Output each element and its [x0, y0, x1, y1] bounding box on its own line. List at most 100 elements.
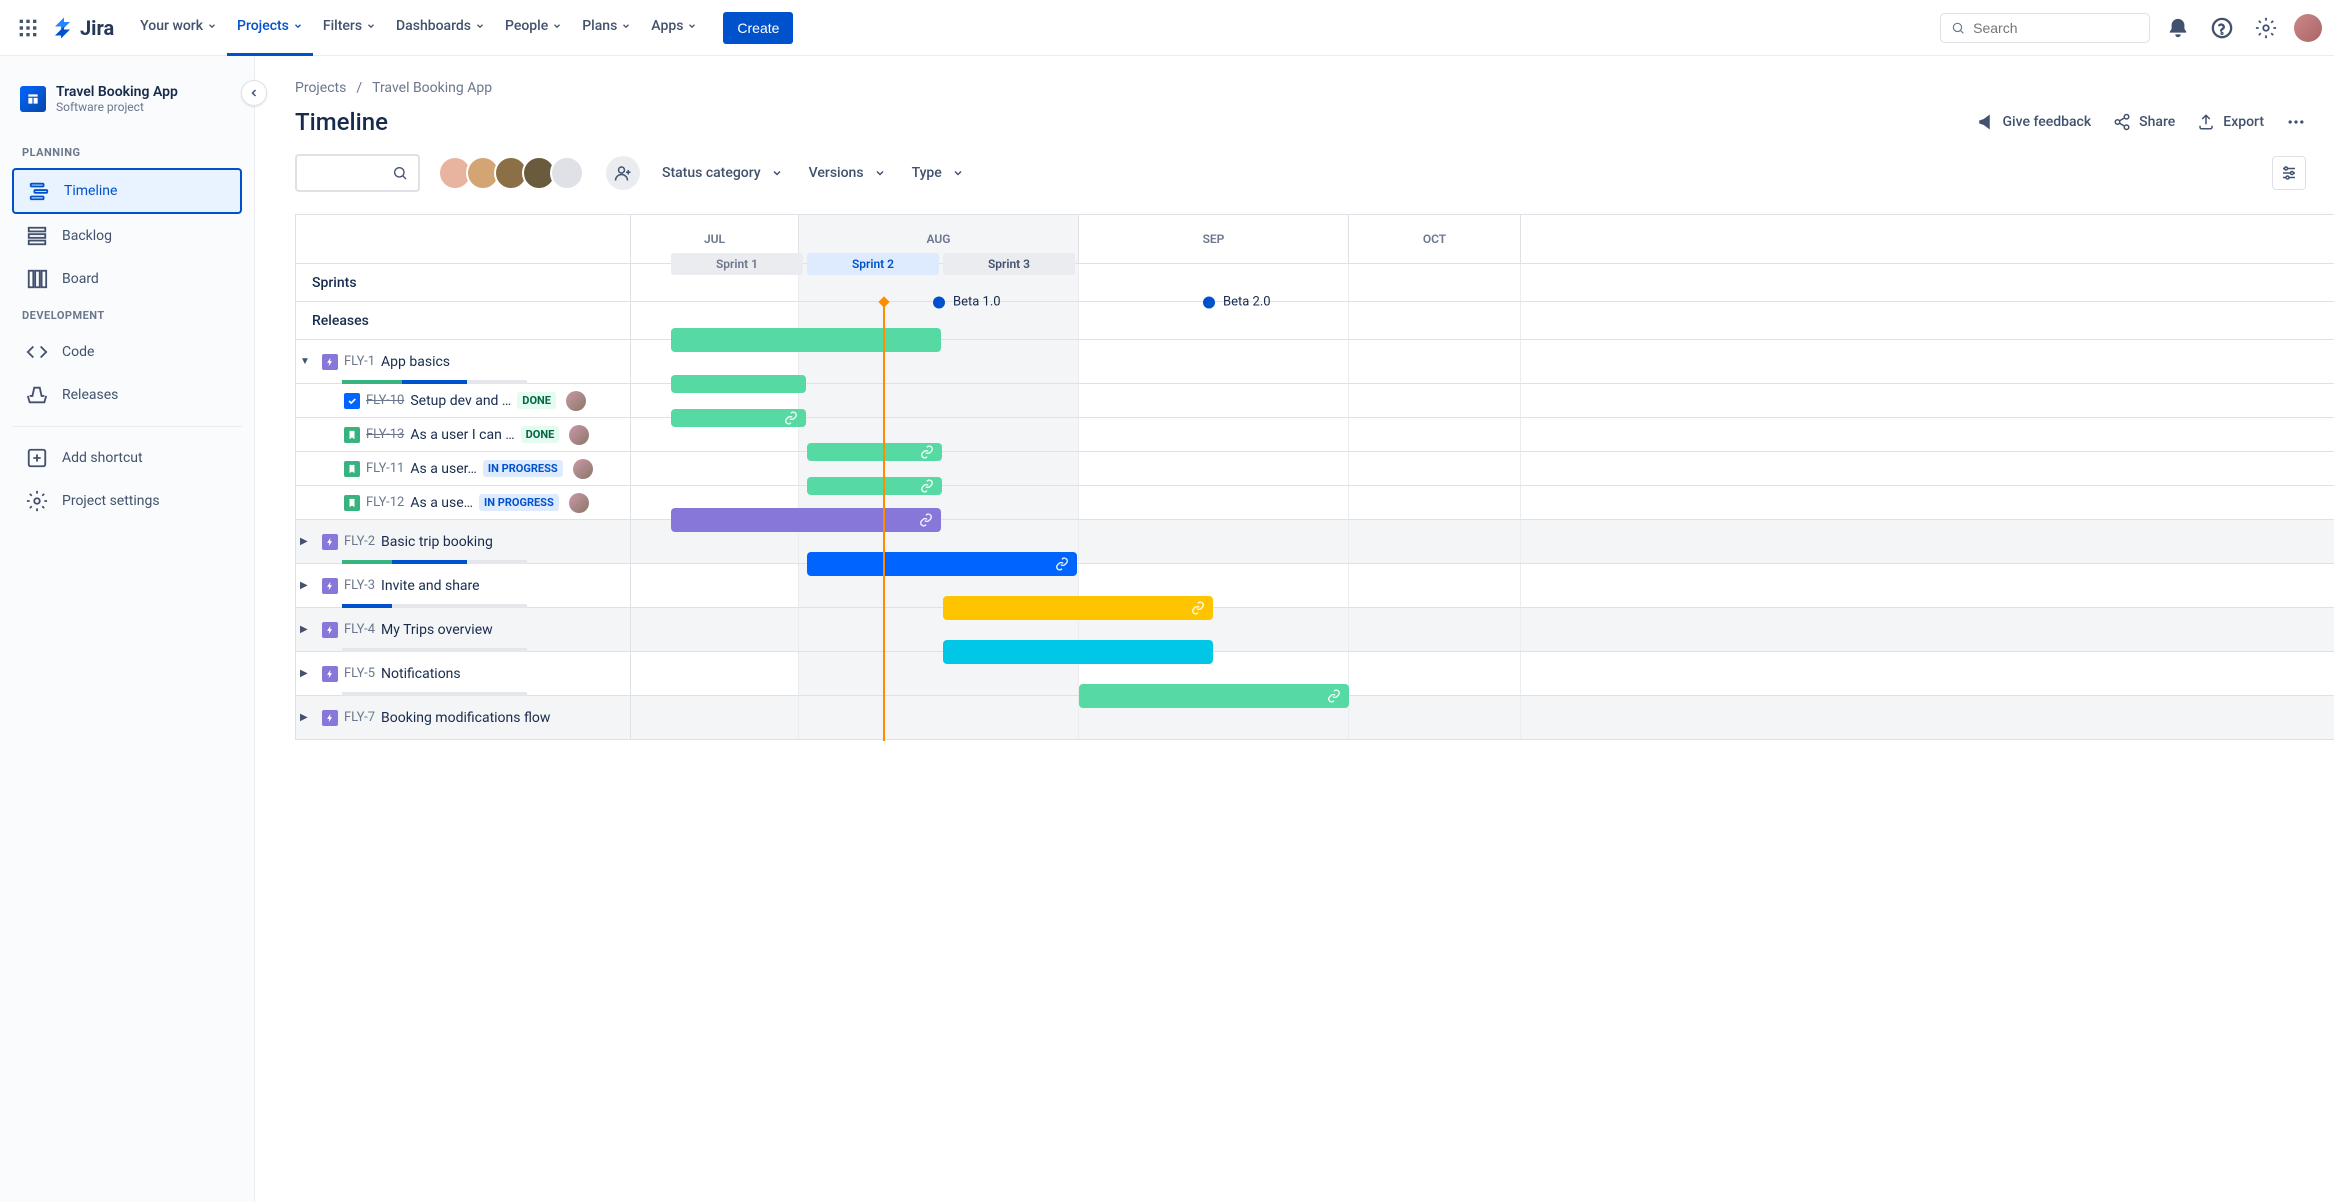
- epic-bar[interactable]: [1079, 684, 1349, 708]
- user-avatar[interactable]: [2294, 14, 2322, 42]
- releases-row: ReleasesBeta 1.0Beta 2.0: [296, 301, 2334, 339]
- filter-search-input[interactable]: [295, 154, 420, 192]
- epic-title[interactable]: App basics: [381, 354, 450, 370]
- expand-toggle[interactable]: ▶: [300, 712, 316, 723]
- page-header: Timeline Give feedback Share Export: [295, 108, 2334, 136]
- app-switcher-icon[interactable]: [12, 12, 44, 44]
- epic-icon: [322, 534, 338, 550]
- expand-toggle[interactable]: ▶: [300, 580, 316, 591]
- status-badge: DONE: [517, 392, 556, 409]
- nav-item-people[interactable]: People: [495, 0, 572, 56]
- task-bar[interactable]: [671, 375, 806, 393]
- issue-title[interactable]: As a user I can …: [410, 427, 514, 443]
- assignee-avatar[interactable]: [573, 459, 593, 479]
- status-badge: IN PROGRESS: [479, 494, 559, 511]
- child-row: FLY-12 As a use… IN PROGRESS: [296, 485, 2334, 519]
- epic-key[interactable]: FLY-5: [344, 666, 375, 681]
- give-feedback-button[interactable]: Give feedback: [1977, 113, 2092, 131]
- epic-row: ▼ FLY-1 App basics: [296, 339, 2334, 383]
- sidebar-add-shortcut[interactable]: Add shortcut: [12, 437, 242, 479]
- epic-title[interactable]: My Trips overview: [381, 622, 493, 638]
- epic-key[interactable]: FLY-3: [344, 578, 375, 593]
- project-name: Travel Booking App: [56, 84, 178, 100]
- sprint-bar[interactable]: Sprint 3: [943, 253, 1075, 275]
- view-settings-button[interactable]: [2272, 156, 2306, 190]
- epic-key[interactable]: FLY-2: [344, 534, 375, 549]
- sidebar-item-releases[interactable]: Releases: [12, 374, 242, 416]
- expand-toggle[interactable]: ▶: [300, 668, 316, 679]
- sidebar-item-code[interactable]: Code: [12, 331, 242, 373]
- settings-icon[interactable]: [2250, 12, 2282, 44]
- epic-bar[interactable]: [943, 640, 1213, 664]
- share-button[interactable]: Share: [2113, 113, 2175, 131]
- sprints-row: SprintsSprint 1Sprint 2Sprint 3: [296, 263, 2334, 301]
- status-category-filter[interactable]: Status category: [658, 165, 787, 181]
- epic-title[interactable]: Booking modifications flow: [381, 710, 550, 726]
- issue-key[interactable]: FLY-12: [366, 495, 404, 510]
- sidebar-item-backlog[interactable]: Backlog: [12, 215, 242, 257]
- issue-key[interactable]: FLY-11: [366, 461, 404, 476]
- project-header[interactable]: Travel Booking App Software project: [8, 76, 246, 122]
- create-button[interactable]: Create: [723, 12, 793, 44]
- jira-logo[interactable]: Jira: [52, 16, 114, 40]
- assignee-avatar[interactable]: [569, 493, 589, 513]
- epic-key[interactable]: FLY-1: [344, 354, 375, 369]
- sprint-bar[interactable]: Sprint 1: [671, 253, 803, 275]
- issue-key[interactable]: FLY-10: [366, 393, 404, 408]
- page-actions: Give feedback Share Export: [1977, 112, 2334, 132]
- epic-title[interactable]: Invite and share: [381, 578, 480, 594]
- task-bar[interactable]: [671, 409, 806, 427]
- nav-item-filters[interactable]: Filters: [313, 0, 386, 56]
- task-bar[interactable]: [807, 477, 942, 495]
- epic-bar[interactable]: [943, 596, 1213, 620]
- search-input[interactable]: [1973, 20, 2139, 36]
- issue-title[interactable]: As a user…: [410, 461, 477, 477]
- epic-title[interactable]: Notifications: [381, 666, 461, 682]
- child-row: FLY-13 As a user I can … DONE: [296, 417, 2334, 451]
- issue-key[interactable]: FLY-13: [366, 427, 404, 442]
- assignee-avatar[interactable]: [566, 391, 586, 411]
- epic-bar[interactable]: [807, 552, 1077, 576]
- nav-item-dashboards[interactable]: Dashboards: [386, 0, 495, 56]
- notifications-icon[interactable]: [2162, 12, 2194, 44]
- sidebar-project-settings[interactable]: Project settings: [12, 480, 242, 522]
- issue-title[interactable]: As a use…: [410, 495, 473, 511]
- breadcrumb-project[interactable]: Travel Booking App: [372, 80, 492, 96]
- versions-filter[interactable]: Versions: [805, 165, 890, 181]
- nav-item-your-work[interactable]: Your work: [130, 0, 227, 56]
- expand-toggle[interactable]: ▼: [300, 356, 316, 367]
- global-search[interactable]: [1940, 13, 2150, 43]
- epic-title[interactable]: Basic trip booking: [381, 534, 493, 550]
- help-icon[interactable]: [2206, 12, 2238, 44]
- epic-key[interactable]: FLY-7: [344, 710, 375, 725]
- nav-item-plans[interactable]: Plans: [572, 0, 641, 56]
- issue-title[interactable]: Setup dev and …: [410, 393, 511, 409]
- sprint-bar[interactable]: Sprint 2: [807, 253, 939, 275]
- more-actions-button[interactable]: [2286, 112, 2306, 132]
- task-bar[interactable]: [807, 443, 942, 461]
- release-marker[interactable]: Beta 1.0: [933, 295, 1001, 310]
- breadcrumb-projects[interactable]: Projects: [295, 80, 346, 96]
- epic-key[interactable]: FLY-4: [344, 622, 375, 637]
- sidebar-item-board[interactable]: Board: [12, 258, 242, 300]
- export-button[interactable]: Export: [2197, 113, 2264, 131]
- epic-row: ▶ FLY-2 Basic trip booking: [296, 519, 2334, 563]
- type-filter[interactable]: Type: [908, 165, 968, 181]
- assignee-avatar[interactable]: [550, 156, 584, 190]
- nav-items: Your workProjectsFiltersDashboardsPeople…: [130, 0, 707, 56]
- nav-item-apps[interactable]: Apps: [641, 0, 707, 56]
- expand-toggle[interactable]: ▶: [300, 624, 316, 635]
- epic-row: ▶ FLY-3 Invite and share: [296, 563, 2334, 607]
- assignee-avatar[interactable]: [569, 425, 589, 445]
- sidebar-item-timeline[interactable]: Timeline: [12, 168, 242, 214]
- sidebar-collapse-button[interactable]: [241, 80, 267, 106]
- release-marker[interactable]: Beta 2.0: [1203, 295, 1271, 310]
- avatar-stack[interactable]: [438, 156, 584, 190]
- add-people-button[interactable]: [606, 156, 640, 190]
- epic-icon: [322, 354, 338, 370]
- nav-item-projects[interactable]: Projects: [227, 0, 313, 56]
- epic-bar[interactable]: [671, 328, 941, 352]
- grid-header: JULAUGSEPOCT: [296, 215, 2334, 263]
- epic-bar[interactable]: [671, 508, 941, 532]
- expand-toggle[interactable]: ▶: [300, 536, 316, 547]
